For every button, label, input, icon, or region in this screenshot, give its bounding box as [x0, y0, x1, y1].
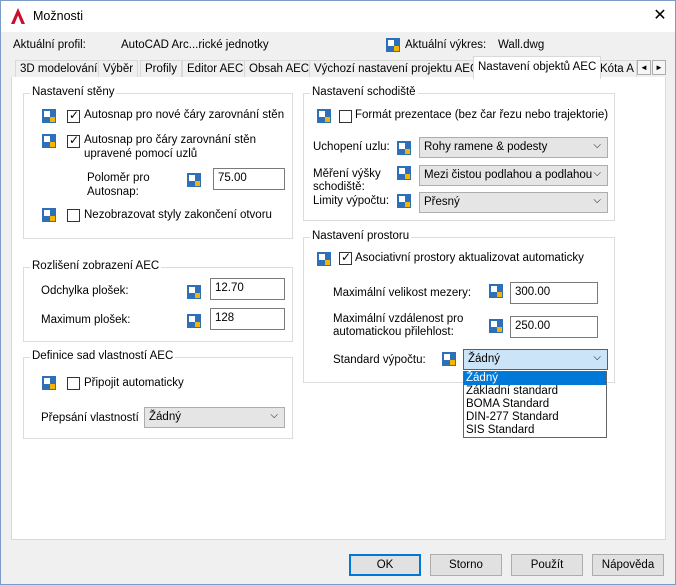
- aec-setting-icon: [489, 284, 503, 298]
- chevron-down-icon: ⌵: [593, 195, 601, 206]
- tab-aec-object-settings[interactable]: Nastavení objektů AEC: [473, 56, 602, 79]
- apply-button[interactable]: Použít: [511, 554, 583, 576]
- stair-height-label-2: schodiště:: [313, 181, 365, 193]
- aec-setting-icon: [317, 252, 331, 266]
- node-grip-label: Uchopení uzlu:: [313, 141, 390, 153]
- close-icon: ✕: [653, 7, 667, 24]
- space-settings-title: Nastavení prostoru: [310, 230, 412, 242]
- wall-settings-title: Nastavení stěny: [30, 86, 117, 98]
- autosnap-modified-label-2: upravené pomocí uzlů: [84, 148, 198, 160]
- dropdown-option[interactable]: BOMA Standard: [464, 398, 606, 411]
- arrow-right-icon: ►: [655, 63, 663, 72]
- attach-auto-label: Připojit automaticky: [84, 377, 184, 389]
- hide-opening-endcaps-label: Nezobrazovat styly zakončení otvoru: [84, 209, 272, 221]
- max-gap-input[interactable]: 300.00: [510, 282, 598, 304]
- tab-aec-editor[interactable]: Editor AEC: [182, 60, 249, 78]
- tab-aec-content[interactable]: Obsah AEC: [244, 60, 315, 78]
- aec-setting-icon: [397, 166, 411, 180]
- aec-setting-icon: [397, 141, 411, 155]
- autosnap-modified-checkbox[interactable]: [67, 133, 80, 148]
- autosnap-radius-input[interactable]: 75.00: [213, 168, 285, 190]
- title-bar: Možnosti ✕: [1, 1, 675, 32]
- window-title: Možnosti: [33, 9, 84, 23]
- aec-setting-icon: [187, 173, 201, 187]
- aec-setting-icon: [489, 319, 503, 333]
- tab-scroll-right[interactable]: ►: [652, 60, 666, 75]
- drawing-icon: [386, 38, 400, 52]
- hide-opening-endcaps-checkbox[interactable]: [67, 209, 80, 222]
- tab-profiles[interactable]: Profily: [140, 60, 182, 78]
- facet-max-input[interactable]: 128: [210, 308, 285, 330]
- aec-setting-icon: [42, 376, 56, 390]
- autosnap-modified-label-1: Autosnap pro čáry zarovnání stěn: [84, 134, 256, 146]
- assoc-update-checkbox[interactable]: [339, 250, 352, 265]
- display-resolution-title: Rozlišení zobrazení AEC: [30, 260, 162, 272]
- calc-limits-label: Limity výpočtu:: [313, 195, 390, 207]
- arrow-left-icon: ◄: [640, 63, 648, 72]
- profile-label: Aktuální profil:: [13, 39, 86, 51]
- calc-standard-select[interactable]: Žádný ⌵: [463, 349, 608, 370]
- chevron-down-icon: ⌵: [593, 168, 601, 179]
- aec-setting-icon: [442, 352, 456, 366]
- tab-3d-modeling[interactable]: 3D modelování: [15, 60, 103, 78]
- aec-setting-icon: [42, 109, 56, 123]
- facet-deviation-label: Odchylka plošek:: [41, 285, 129, 297]
- max-dist-label-2: automatickou přilehlost:: [333, 326, 454, 338]
- chevron-down-icon: ⌵: [593, 352, 601, 363]
- max-dist-input[interactable]: 250.00: [510, 316, 598, 338]
- close-button[interactable]: ✕: [647, 5, 673, 27]
- facet-deviation-input[interactable]: 12.70: [210, 278, 285, 300]
- max-gap-label: Maximální velikost mezery:: [333, 287, 472, 299]
- node-grip-select[interactable]: Rohy ramene & podesty ⌵: [419, 137, 608, 158]
- property-override-select[interactable]: Žádný ⌵: [144, 407, 285, 428]
- presentation-format-label: Formát prezentace (bez čar řezu nebo tra…: [355, 109, 609, 121]
- autosnap-new-checkbox[interactable]: [67, 108, 80, 123]
- dropdown-option[interactable]: SIS Standard: [464, 424, 606, 437]
- radius-label-1: Poloměr pro: [87, 172, 150, 184]
- tab-aec-project-defaults[interactable]: Výchozí nastavení projektu AEC: [309, 60, 484, 78]
- assoc-update-label: Asociativní prostory aktualizovat automa…: [355, 252, 584, 264]
- max-dist-label-1: Maximální vzdálenost pro: [333, 313, 464, 325]
- tab-aec-dimension[interactable]: Kóta A: [595, 60, 637, 78]
- property-sets-title: Definice sad vlastností AEC: [30, 350, 176, 362]
- tab-selection[interactable]: Výběr: [98, 60, 139, 78]
- dropdown-option[interactable]: Žádný: [464, 372, 606, 385]
- attach-auto-checkbox[interactable]: [67, 377, 80, 390]
- tab-scroll-left[interactable]: ◄: [637, 60, 651, 75]
- presentation-format-checkbox[interactable]: [339, 110, 352, 123]
- radius-label-2: Autosnap:: [87, 186, 139, 198]
- property-override-label: Přepsání vlastností: [41, 412, 139, 424]
- aec-setting-icon: [187, 285, 201, 299]
- aec-setting-icon: [42, 208, 56, 222]
- stair-settings-title: Nastavení schodiště: [310, 86, 418, 98]
- stair-height-label-1: Měření výšky: [313, 168, 381, 180]
- aec-setting-icon: [317, 109, 331, 123]
- cancel-button[interactable]: Storno: [430, 554, 502, 576]
- aec-setting-icon: [187, 314, 201, 328]
- aec-setting-icon: [397, 194, 411, 208]
- calc-standard-dropdown: Žádný Základní standard BOMA Standard DI…: [463, 371, 607, 438]
- help-button[interactable]: Nápověda: [592, 554, 664, 576]
- profile-value: AutoCAD Arc...rické jednotky: [121, 39, 269, 51]
- chevron-down-icon: ⌵: [593, 140, 601, 151]
- drawing-label: Aktuální výkres:: [405, 39, 487, 51]
- options-dialog: Možnosti ✕ Aktuální profil: AutoCAD Arc.…: [0, 0, 676, 585]
- dropdown-option[interactable]: DIN-277 Standard: [464, 411, 606, 424]
- drawing-value: Wall.dwg: [498, 39, 545, 51]
- calc-standard-label: Standard výpočtu:: [333, 354, 426, 366]
- autosnap-new-label: Autosnap pro nové čáry zarovnání stěn: [84, 109, 285, 121]
- chevron-down-icon: ⌵: [270, 410, 278, 421]
- stair-height-select[interactable]: Mezi čistou podlahou a podlahou ⌵: [419, 165, 608, 186]
- autocad-app-icon: [11, 8, 25, 24]
- calc-limits-select[interactable]: Přesný ⌵: [419, 192, 608, 213]
- ok-button[interactable]: OK: [349, 554, 421, 576]
- facet-max-label: Maximum plošek:: [41, 314, 131, 326]
- dropdown-option[interactable]: Základní standard: [464, 385, 606, 398]
- aec-setting-icon: [42, 134, 56, 148]
